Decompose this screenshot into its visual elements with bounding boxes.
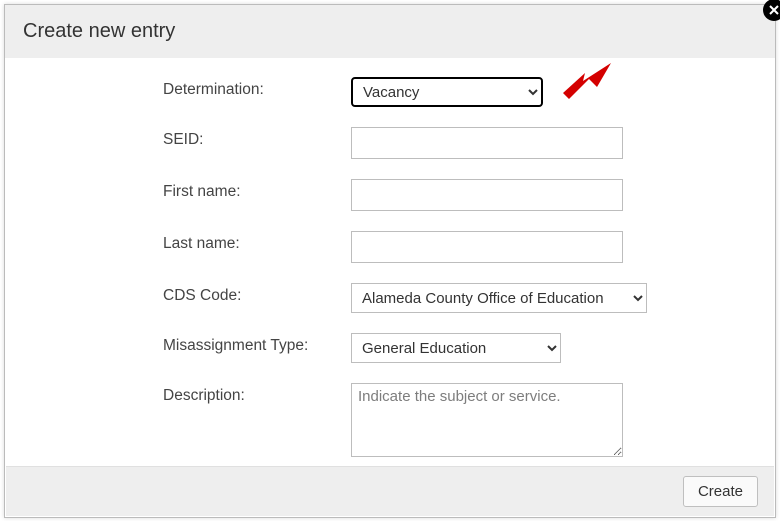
seid-label: SEID: <box>163 127 351 149</box>
determination-label: Determination: <box>163 77 351 99</box>
last-name-label: Last name: <box>163 231 351 253</box>
dialog-footer: Create <box>6 466 774 516</box>
cds-code-label: CDS Code: <box>163 283 351 305</box>
misassignment-type-select[interactable]: General Education <box>351 333 561 363</box>
first-name-label: First name: <box>163 179 351 201</box>
description-label: Description: <box>163 383 351 405</box>
last-name-input[interactable] <box>351 231 623 263</box>
misassignment-type-label: Misassignment Type: <box>163 333 351 355</box>
dialog-title: Create new entry <box>23 20 175 43</box>
cds-code-select[interactable]: Alameda County Office of Education <box>351 283 647 313</box>
close-icon <box>768 4 780 16</box>
determination-select[interactable]: Vacancy <box>351 77 543 107</box>
close-button[interactable] <box>763 0 780 21</box>
create-entry-dialog: Create new entry Determination: Vacancy … <box>4 4 776 518</box>
dialog-header: Create new entry <box>5 5 775 59</box>
description-textarea[interactable] <box>351 383 623 457</box>
seid-input[interactable] <box>351 127 623 159</box>
first-name-input[interactable] <box>351 179 623 211</box>
form-body: Determination: Vacancy SEID: First name:… <box>5 59 775 461</box>
create-button[interactable]: Create <box>683 476 758 507</box>
